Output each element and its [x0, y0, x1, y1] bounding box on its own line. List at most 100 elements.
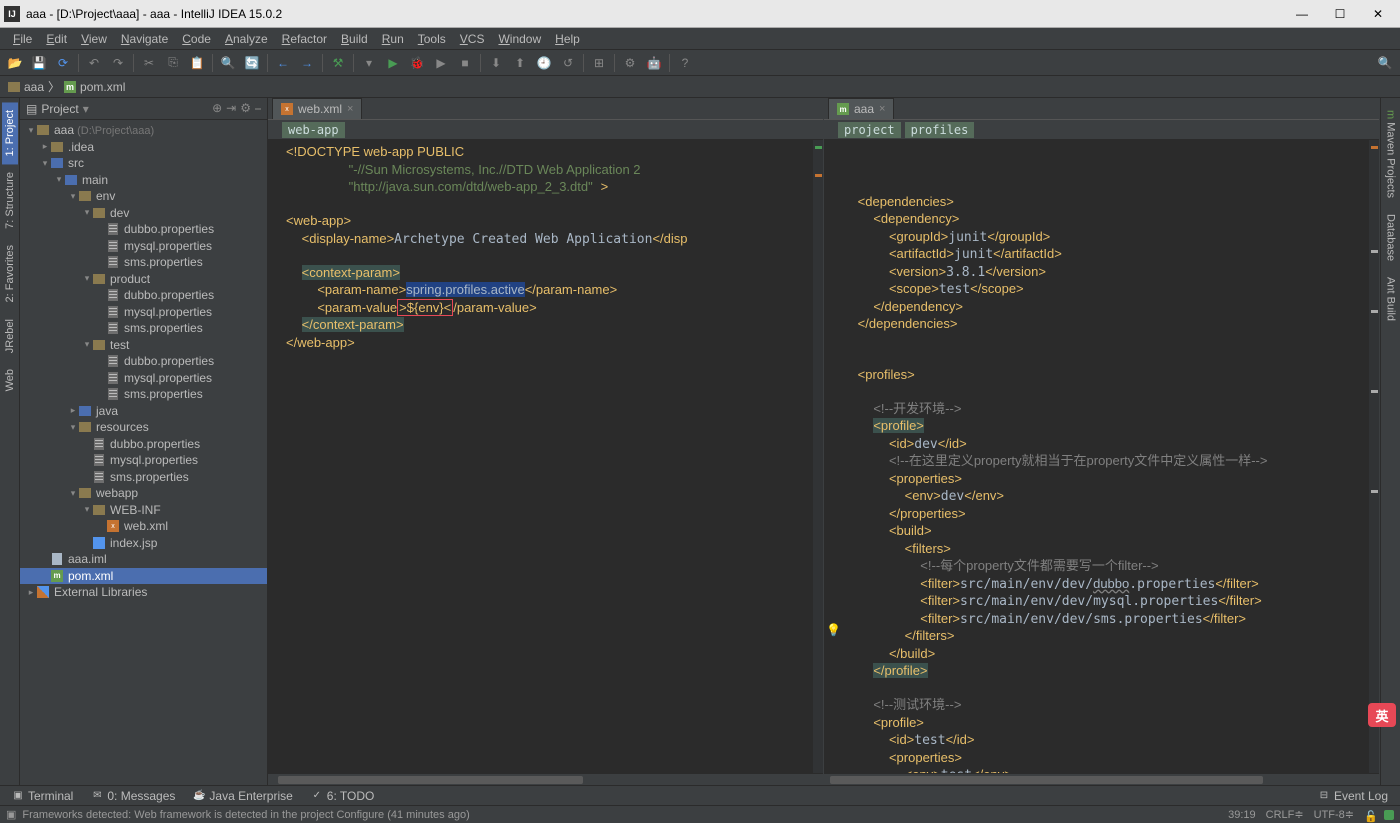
code-editor-left[interactable]: <!DOCTYPE web-app PUBLIC "-//Sun Microsy…	[268, 140, 823, 773]
code-line[interactable]: <build>	[842, 523, 1379, 541]
code-line[interactable]: </web-app>	[286, 335, 823, 353]
rail-tab-web[interactable]: Web	[2, 361, 18, 399]
breadcrumb[interactable]: aaa 〉 m pom.xml	[8, 78, 125, 95]
forward-icon[interactable]: →	[296, 52, 318, 74]
code-line[interactable]: <!--开发环境-->	[842, 401, 1379, 419]
help-icon[interactable]: ?	[674, 52, 696, 74]
code-line[interactable]: <groupId>junit</groupId>	[842, 229, 1379, 247]
menu-code[interactable]: Code	[175, 30, 218, 48]
tree-node-dubbo-properties[interactable]: dubbo.properties	[20, 287, 267, 304]
ime-indicator-badge[interactable]: 英	[1368, 703, 1396, 727]
close-icon[interactable]: ×	[347, 103, 353, 115]
tree-node-env[interactable]: ▾env	[20, 188, 267, 205]
code-line[interactable]: </build>	[842, 646, 1379, 664]
code-line[interactable]	[842, 144, 1379, 161]
coverage-icon[interactable]: ▶	[430, 52, 452, 74]
inspection-indicator-icon[interactable]	[1384, 810, 1394, 820]
rail-tab-database[interactable]: Database	[1383, 206, 1399, 269]
maximize-button[interactable]: ☐	[1330, 7, 1350, 21]
code-line[interactable]: <version>3.8.1</version>	[842, 264, 1379, 282]
code-line[interactable]: <param-value>${env}</param-value>	[286, 300, 823, 318]
code-line[interactable]: <dependencies>	[842, 194, 1379, 212]
vcs-update-icon[interactable]: ⬇	[485, 52, 507, 74]
tree-node-dubbo-properties[interactable]: dubbo.properties	[20, 353, 267, 370]
tree-node-web-inf[interactable]: ▾WEB-INF	[20, 502, 267, 519]
close-icon[interactable]: ×	[879, 103, 885, 115]
code-line[interactable]	[842, 384, 1379, 401]
code-line[interactable]	[842, 681, 1379, 698]
tree-node-src[interactable]: ▾src	[20, 155, 267, 172]
readonly-lock-icon[interactable]: 🔓	[1364, 810, 1374, 820]
code-line[interactable]: <filters>	[842, 541, 1379, 559]
code-line[interactable]: <profiles>	[842, 367, 1379, 385]
horizontal-scrollbar[interactable]	[824, 773, 1379, 785]
code-line[interactable]: </properties>	[842, 506, 1379, 524]
error-stripe[interactable]	[1369, 140, 1379, 773]
code-line[interactable]: </context-param>	[286, 317, 823, 335]
tree-node-dubbo-properties[interactable]: dubbo.properties	[20, 436, 267, 453]
editor-tab-webxml[interactable]: x web.xml ×	[272, 98, 362, 119]
android-icon[interactable]: 🤖	[643, 52, 665, 74]
tree-node-webapp[interactable]: ▾webapp	[20, 485, 267, 502]
tree-node-web-xml[interactable]: xweb.xml	[20, 518, 267, 535]
tree-node-mysql-properties[interactable]: mysql.properties	[20, 304, 267, 321]
refresh-icon[interactable]: ⟳	[52, 52, 74, 74]
copy-icon[interactable]: ⎘	[162, 52, 184, 74]
stripe-mark[interactable]	[1371, 146, 1378, 149]
search-everywhere-icon[interactable]: 🔍	[1374, 52, 1396, 74]
editor-tab-aaa[interactable]: m aaa ×	[828, 98, 894, 119]
tree-node-dubbo-properties[interactable]: dubbo.properties	[20, 221, 267, 238]
project-tree[interactable]: ▾aaa (D:\Project\aaa)▸.idea▾src▾main▾env…	[20, 120, 267, 785]
save-icon[interactable]: 💾	[28, 52, 50, 74]
menu-refactor[interactable]: Refactor	[275, 30, 334, 48]
tree-node-sms-properties[interactable]: sms.properties	[20, 386, 267, 403]
tree-node--idea[interactable]: ▸.idea	[20, 139, 267, 156]
stripe-mark[interactable]	[1371, 490, 1378, 493]
stop-icon[interactable]: ■	[454, 52, 476, 74]
rail-tab-jrebel[interactable]: JRebel	[2, 311, 18, 361]
open-icon[interactable]: 📂	[4, 52, 26, 74]
code-line[interactable]: <context-param>	[286, 265, 823, 283]
menu-vcs[interactable]: VCS	[453, 30, 492, 48]
menu-window[interactable]: Window	[491, 30, 548, 48]
code-line[interactable]: <web-app>	[286, 213, 823, 231]
menu-run[interactable]: Run	[375, 30, 411, 48]
tree-node-sms-properties[interactable]: sms.properties	[20, 320, 267, 337]
menu-file[interactable]: File	[6, 30, 39, 48]
stripe-mark[interactable]	[815, 146, 822, 149]
tree-node-mysql-properties[interactable]: mysql.properties	[20, 452, 267, 469]
code-line[interactable]	[842, 334, 1379, 351]
bottom-tab-6--todo[interactable]: ✓6: TODO	[303, 788, 383, 804]
rail-tab-1--project[interactable]: 1: Project	[2, 102, 18, 164]
menu-help[interactable]: Help	[548, 30, 587, 48]
rail-tab-maven-projects[interactable]: m Maven Projects	[1383, 102, 1399, 206]
cut-icon[interactable]: ✂	[138, 52, 160, 74]
code-line[interactable]: <display-name>Archetype Created Web Appl…	[286, 231, 823, 249]
code-line[interactable]: <properties>	[842, 471, 1379, 489]
stripe-mark[interactable]	[815, 174, 822, 177]
hide-icon[interactable]: ⎯	[255, 101, 261, 116]
tree-node-main[interactable]: ▾main	[20, 172, 267, 189]
code-line[interactable]: <filter>src/main/env/dev/mysql.propertie…	[842, 593, 1379, 611]
run-config-dropdown[interactable]: ▾	[358, 52, 380, 74]
code-line[interactable]: <filter>src/main/env/dev/dubbo.propertie…	[842, 576, 1379, 594]
code-line[interactable]: <profile>	[842, 715, 1379, 733]
close-button[interactable]: ✕	[1368, 7, 1388, 21]
code-line[interactable]: <!--每个property文件都需要写一个filter-->	[842, 558, 1379, 576]
replace-icon[interactable]: 🔄	[241, 52, 263, 74]
code-line[interactable]: </dependencies>	[842, 316, 1379, 334]
code-line[interactable]: "http://java.sun.com/dtd/web-app_2_3.dtd…	[286, 179, 823, 197]
dropdown-icon[interactable]: ▾	[83, 102, 89, 116]
tree-node-index-jsp[interactable]: index.jsp	[20, 535, 267, 552]
tree-node-mysql-properties[interactable]: mysql.properties	[20, 370, 267, 387]
code-line[interactable]: <!DOCTYPE web-app PUBLIC	[286, 144, 823, 162]
line-separator[interactable]: CRLF≑	[1266, 808, 1304, 821]
back-icon[interactable]: ←	[272, 52, 294, 74]
build-icon[interactable]: ⚒	[327, 52, 349, 74]
code-line[interactable]: <artifactId>junit</artifactId>	[842, 246, 1379, 264]
breadcrumb-tag[interactable]: profiles	[905, 122, 975, 138]
code-line[interactable]: <!--测试环境-->	[842, 697, 1379, 715]
code-line[interactable]: <!--在这里定义property就相当于在property文件中定义属性一样-…	[842, 453, 1379, 471]
code-line[interactable]: <properties>	[842, 750, 1379, 768]
code-line[interactable]: <profile>	[842, 418, 1379, 436]
